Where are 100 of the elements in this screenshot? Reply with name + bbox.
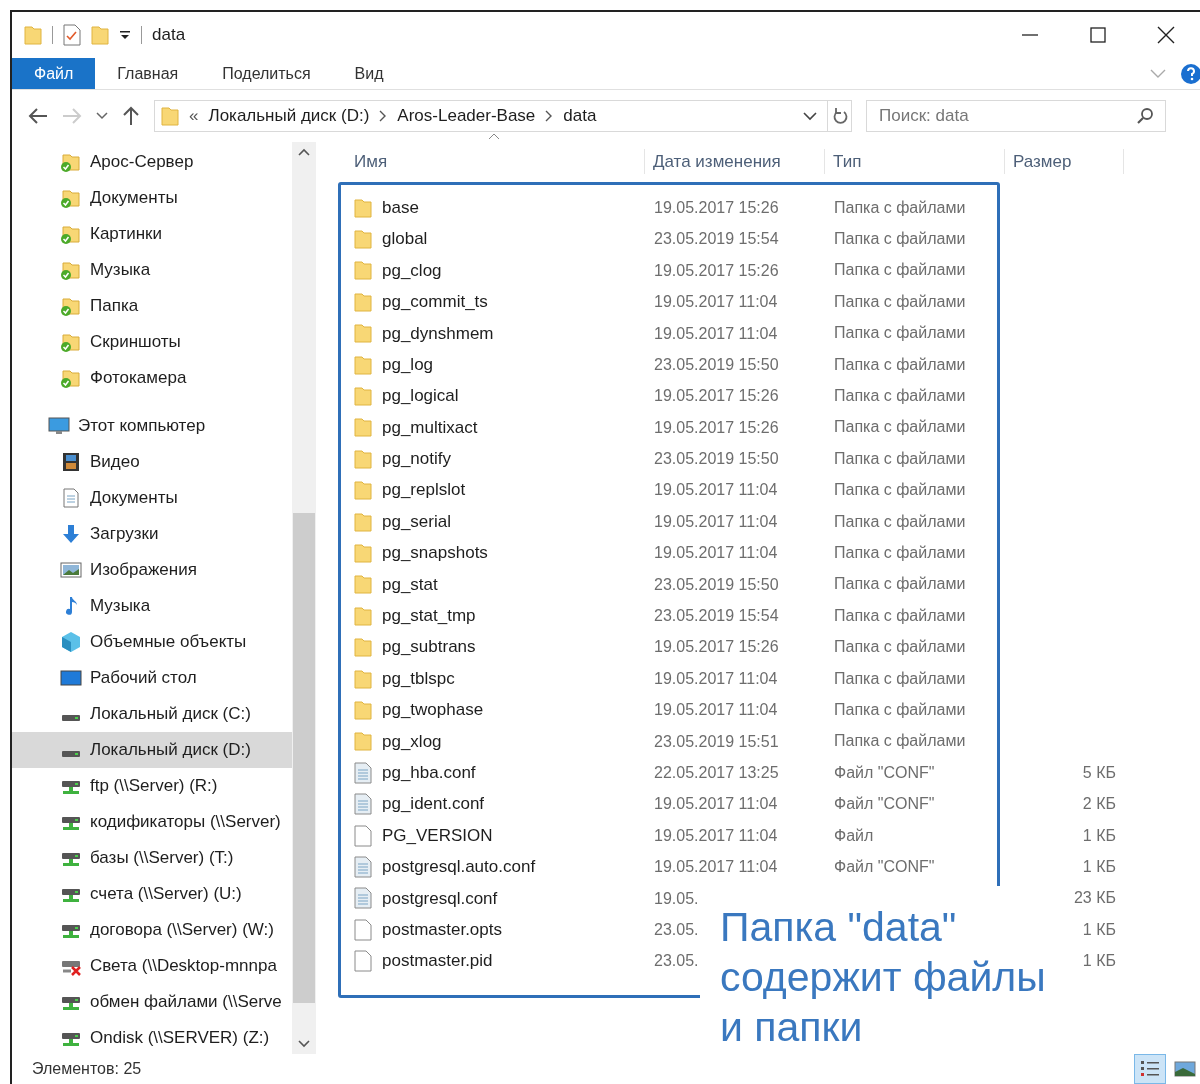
file-name[interactable]: pg_log xyxy=(382,351,434,378)
breadcrumb[interactable]: Aros-Leader-Base xyxy=(397,103,536,129)
type-cell-text: Файл "CONF" xyxy=(833,856,936,877)
ribbon-tab[interactable]: Вид xyxy=(332,58,406,89)
address-bar[interactable]: « Локальный диск (D:) Aros-Leader-Base data xyxy=(154,100,852,132)
sidebar-item[interactable]: Рабочий стол xyxy=(12,660,292,696)
sidebar-item[interactable]: Музыка xyxy=(12,588,292,624)
overflow-chevrons[interactable]: « xyxy=(189,103,199,129)
column-header[interactable]: Дата изменения xyxy=(644,148,824,174)
type-cell-text: Папка с файлами xyxy=(833,605,967,626)
file-name[interactable]: pg_clog xyxy=(382,257,442,284)
ribbon-tab[interactable]: Поделиться xyxy=(200,58,333,89)
file-name[interactable]: base xyxy=(382,194,419,221)
sidebar-item[interactable]: обмен файлами (\\Serve xyxy=(12,984,292,1020)
date-cell: 19.05.2017 11:04 xyxy=(654,481,778,499)
details-view-button[interactable] xyxy=(1134,1054,1166,1084)
sidebar-item[interactable]: Фотокамера xyxy=(12,360,292,396)
column-header[interactable]: Тип xyxy=(824,148,1004,174)
ribbon-tab[interactable]: Файл xyxy=(12,58,96,89)
scroll-up-icon[interactable] xyxy=(298,148,310,156)
sidebar-item[interactable]: Света (\\Desktop-mnnpa xyxy=(12,948,292,984)
file-name[interactable]: pg_notify xyxy=(382,446,451,472)
back-arrow-icon[interactable] xyxy=(28,108,48,124)
date-cell: 19.05.2017 11:04 xyxy=(654,701,778,719)
breadcrumb[interactable]: Локальный диск (D:) xyxy=(208,103,370,129)
type-cell-text: Папка с файлами xyxy=(833,699,967,720)
type-cell-text: Папка с файлами xyxy=(833,417,967,438)
monitor-icon xyxy=(48,415,70,437)
scrollbar[interactable] xyxy=(292,142,316,1054)
file-name[interactable]: pg_dynshmem xyxy=(382,320,494,346)
file-name[interactable]: postmaster.opts xyxy=(382,916,502,943)
file-name[interactable]: global xyxy=(382,226,428,252)
sidebar-item[interactable]: Локальный диск (C:) xyxy=(12,696,292,732)
file-name[interactable]: pg_stat_tmp xyxy=(382,603,476,629)
sidebar-item[interactable]: счета (\\Server) (U:) xyxy=(12,876,292,912)
sidebar-item[interactable]: Скриншоты xyxy=(12,324,292,360)
folder-icon xyxy=(354,511,372,532)
folder-icon xyxy=(354,668,372,689)
file-name[interactable]: pg_logical xyxy=(382,383,459,409)
folder-icon xyxy=(354,448,372,469)
sidebar-item[interactable]: договора (\\Server) (W:) xyxy=(12,912,292,948)
chevron-down-icon[interactable] xyxy=(803,111,817,121)
film-icon xyxy=(60,451,82,473)
breadcrumb[interactable]: data xyxy=(563,103,597,129)
sidebar-item[interactable]: Этот компьютер xyxy=(12,408,292,444)
sidebar-item[interactable]: Арос-Сервер xyxy=(12,144,292,180)
file-name[interactable]: pg_snapshots xyxy=(382,540,488,566)
sidebar-item[interactable]: Папка xyxy=(12,288,292,324)
sidebar-item[interactable]: Картинки xyxy=(12,216,292,252)
folder-check-icon xyxy=(60,259,82,281)
up-arrow-icon[interactable] xyxy=(122,106,140,126)
drive-icon xyxy=(60,750,82,758)
sidebar-item[interactable]: базы (\\Server) (T:) xyxy=(12,840,292,876)
file-name[interactable]: pg_ident.conf xyxy=(382,791,485,817)
sidebar-item[interactable]: Видео xyxy=(12,444,292,480)
search-icon[interactable] xyxy=(1136,107,1154,125)
sidebar-item[interactable]: Музыка xyxy=(12,252,292,288)
file-name[interactable]: pg_multixact xyxy=(382,414,478,441)
file-name[interactable]: pg_commit_ts xyxy=(382,289,488,315)
file-name[interactable]: pg_replslot xyxy=(382,477,466,503)
folder-icon xyxy=(354,229,372,250)
sidebar-item[interactable]: Документы xyxy=(12,180,292,216)
ribbon-tab[interactable]: Главная xyxy=(95,58,201,89)
file-name[interactable]: pg_hba.conf xyxy=(382,759,476,786)
file-name[interactable]: pg_twophase xyxy=(382,697,484,723)
folder-icon xyxy=(354,417,372,438)
sidebar-item[interactable]: кодификаторы (\\Server) xyxy=(12,804,292,840)
folder-icon xyxy=(354,731,372,752)
file-name[interactable]: postmaster.pid xyxy=(382,948,493,974)
chevron-right-icon[interactable] xyxy=(379,110,388,122)
chevron-right-icon[interactable] xyxy=(545,110,554,122)
properties-icon[interactable] xyxy=(63,24,81,46)
file-name[interactable]: pg_xlog xyxy=(382,728,442,755)
column-header[interactable]: Имя xyxy=(338,151,388,171)
annotation-text: Папка "data" xyxy=(720,903,957,952)
chevron-down-icon[interactable] xyxy=(96,112,108,120)
column-header[interactable]: Размер xyxy=(1004,148,1124,174)
file-name[interactable]: pg_stat xyxy=(382,571,438,598)
file-name[interactable]: pg_tblspc xyxy=(382,665,455,692)
file-name[interactable]: postgresql.auto.conf xyxy=(382,854,536,880)
sidebar-item[interactable]: Локальный диск (D:) xyxy=(12,732,292,768)
sidebar-item[interactable]: Объемные объекты xyxy=(12,624,292,660)
date-cell: 19.05.2017 15:26 xyxy=(654,261,779,279)
file-name[interactable]: pg_serial xyxy=(382,508,451,535)
file-name[interactable]: postgresql.conf xyxy=(382,885,498,912)
file-name[interactable]: PG_VERSION xyxy=(382,822,493,849)
folder-icon xyxy=(24,25,42,45)
search-field[interactable]: Поиск: data xyxy=(866,100,1166,132)
sidebar-item[interactable]: Изображения xyxy=(12,552,292,588)
sidebar-item[interactable]: ftp (\\Server) (R:) xyxy=(12,768,292,804)
date-cell: 19.05.2017 15:26 xyxy=(654,418,779,436)
sidebar-item[interactable]: Документы xyxy=(12,480,292,516)
help-icon[interactable] xyxy=(1180,62,1200,85)
sidebar-item[interactable]: Загрузки xyxy=(12,516,292,552)
window-title: data xyxy=(152,24,186,47)
file-name[interactable]: pg_subtrans xyxy=(382,634,476,660)
sidebar-item[interactable]: Ondisk (\\SERVER) (Z:) xyxy=(12,1020,292,1056)
type-cell-text: Папка с файлами xyxy=(833,386,967,407)
dropdown-icon[interactable] xyxy=(119,29,131,41)
scroll-down-icon[interactable] xyxy=(298,1040,310,1048)
